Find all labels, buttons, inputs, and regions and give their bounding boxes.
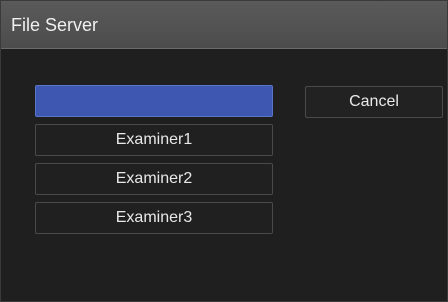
cancel-button[interactable]: Cancel	[305, 86, 443, 118]
file-server-dialog: File Server Examiner1 Examiner2 Examiner…	[0, 0, 448, 302]
list-item-selected-blank[interactable]	[35, 85, 273, 117]
list-item-examiner1[interactable]: Examiner1	[35, 124, 273, 156]
list-item-examiner3[interactable]: Examiner3	[35, 202, 273, 234]
dialog-title: File Server	[1, 1, 447, 49]
list-item-examiner2[interactable]: Examiner2	[35, 163, 273, 195]
dialog-content: Examiner1 Examiner2 Examiner3 Cancel	[1, 49, 447, 301]
